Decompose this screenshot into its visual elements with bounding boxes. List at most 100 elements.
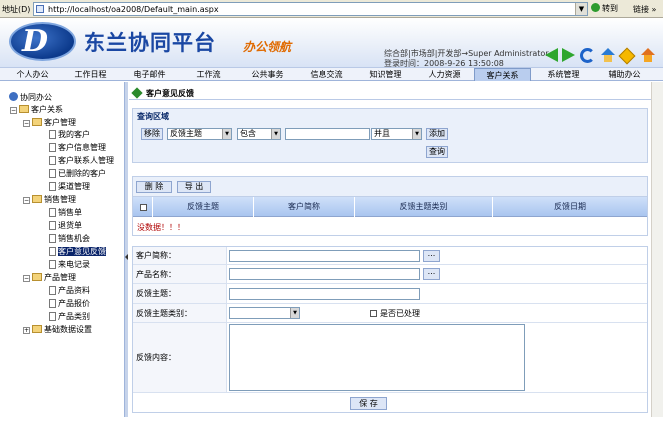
nav-item-personal[interactable]: 个人办公 bbox=[4, 68, 61, 81]
search-button[interactable]: 查询 bbox=[426, 146, 448, 158]
results-toolbar: 删 除 导 出 bbox=[133, 177, 647, 197]
tree-node-sales-mgmt[interactable]: − 销售管理 bbox=[23, 194, 76, 206]
exit-icon[interactable] bbox=[641, 48, 656, 63]
collapse-icon[interactable]: − bbox=[10, 107, 17, 114]
tree-item-sales-opportunity[interactable]: 销售机会 bbox=[49, 233, 90, 245]
collapse-icon[interactable]: − bbox=[23, 197, 30, 204]
results-panel: 删 除 导 出 反馈主题 客户简称 反馈主题类别 反馈日期 没数据！！！ bbox=[132, 176, 648, 236]
tree-item-contact-mgmt[interactable]: 客户联系人管理 bbox=[49, 155, 114, 167]
nav-item-info-exchange[interactable]: 信息交流 bbox=[298, 68, 355, 81]
document-icon bbox=[49, 234, 56, 243]
add-condition-button[interactable]: 添加 bbox=[426, 128, 448, 140]
customer-picker-button[interactable]: ... bbox=[423, 250, 440, 262]
content-textarea[interactable] bbox=[229, 324, 525, 391]
collapse-sidebar-icon[interactable] bbox=[125, 254, 128, 260]
query-field-select[interactable]: 反馈主题 ▼ bbox=[167, 128, 232, 140]
page-title-bar: 客户意见反馈 bbox=[129, 86, 651, 100]
subject-label: 反馈主题： bbox=[133, 284, 227, 303]
document-icon bbox=[49, 299, 56, 308]
address-bar: 地址(D) http://localhost/oa2008/Default_ma… bbox=[0, 0, 663, 18]
tree-node-base-data[interactable]: + 基础数据设置 bbox=[23, 324, 92, 336]
remove-condition-button[interactable]: 移除 bbox=[141, 128, 163, 140]
save-button[interactable]: 保 存 bbox=[350, 397, 387, 410]
processed-checkbox[interactable] bbox=[370, 310, 377, 317]
query-operator-select[interactable]: 包含 ▼ bbox=[237, 128, 281, 140]
brand-name: 东兰协同平台 bbox=[84, 30, 216, 55]
feedback-form: 客户简称： ... 产品名称： ... 反馈主题： 反馈主题类别： ▼ 是否已处… bbox=[132, 246, 648, 413]
tree-node-customer-mgmt[interactable]: − 客户管理 bbox=[23, 117, 76, 129]
tree-node-product-mgmt[interactable]: − 产品管理 bbox=[23, 272, 76, 284]
query-area-title: 查询区域 bbox=[137, 112, 169, 121]
tree-item-product-info[interactable]: 产品资料 bbox=[49, 285, 90, 297]
tree-item-channel-mgmt[interactable]: 渠道管理 bbox=[49, 181, 90, 193]
delete-button[interactable]: 删 除 bbox=[136, 181, 172, 193]
subject-input[interactable] bbox=[229, 288, 420, 300]
chevron-down-icon: ▼ bbox=[271, 129, 280, 139]
query-logic-select[interactable]: 并且 ▼ bbox=[371, 128, 422, 140]
tree-item-product-quote[interactable]: 产品报价 bbox=[49, 298, 90, 310]
product-label: 产品名称： bbox=[133, 265, 227, 283]
go-label: 转到 bbox=[602, 4, 618, 13]
nav-item-assist[interactable]: 辅助办公 bbox=[596, 68, 653, 81]
arrow-bullet-icon bbox=[131, 87, 143, 99]
collapse-icon[interactable]: − bbox=[23, 120, 30, 127]
address-dropdown-icon[interactable]: ▼ bbox=[575, 3, 587, 15]
info-icon[interactable] bbox=[618, 47, 636, 65]
tree-item-deleted-customers[interactable]: 已删除的客户 bbox=[49, 168, 106, 180]
header-toolbar bbox=[545, 47, 661, 66]
product-input[interactable] bbox=[229, 268, 420, 280]
nav-item-system[interactable]: 系统管理 bbox=[535, 68, 592, 81]
customer-input[interactable] bbox=[229, 250, 420, 262]
nav-item-crm[interactable]: 客户关系 bbox=[474, 68, 531, 81]
home-icon[interactable] bbox=[601, 48, 616, 63]
back-arrow-icon[interactable] bbox=[545, 48, 558, 62]
nav-item-workflow[interactable]: 工作流 bbox=[180, 68, 237, 81]
export-button[interactable]: 导 出 bbox=[177, 181, 211, 193]
sidebar-splitter[interactable] bbox=[124, 82, 128, 417]
tree-item-sales-orders[interactable]: 销售单 bbox=[49, 207, 82, 219]
folder-icon bbox=[32, 118, 42, 126]
processed-label: 是否已处理 bbox=[380, 309, 420, 318]
select-all-checkbox[interactable] bbox=[140, 204, 147, 211]
vertical-scrollbar[interactable] bbox=[651, 82, 663, 417]
nav-item-hr[interactable]: 人力资源 bbox=[416, 68, 473, 81]
document-icon bbox=[49, 143, 56, 152]
query-keyword-input[interactable] bbox=[285, 128, 370, 140]
go-button[interactable]: 转到 bbox=[591, 2, 628, 16]
links-button[interactable]: 链接 » bbox=[633, 4, 656, 15]
document-icon bbox=[49, 221, 56, 230]
tree-root[interactable]: 协同办公 bbox=[9, 92, 52, 104]
forward-arrow-icon[interactable] bbox=[562, 48, 575, 62]
tree-item-return-orders[interactable]: 退货单 bbox=[49, 220, 82, 232]
form-row-category: 反馈主题类别： ▼ 是否已处理 bbox=[133, 304, 647, 323]
expand-icon[interactable]: + bbox=[23, 327, 30, 334]
product-picker-button[interactable]: ... bbox=[423, 268, 440, 280]
column-header-subject[interactable]: 反馈主题 bbox=[153, 197, 254, 217]
document-icon bbox=[49, 247, 56, 256]
query-area: 查询区域 移除 反馈主题 ▼ 包含 ▼ 并且 ▼ 添加 查询 bbox=[132, 108, 648, 163]
app-header: D 东兰协同平台 办公领航 综合部|市场部|开发部→Super Administ… bbox=[0, 18, 663, 68]
tree-item-product-category[interactable]: 产品类别 bbox=[49, 311, 90, 323]
nav-item-public-affairs[interactable]: 公共事务 bbox=[239, 68, 296, 81]
column-header-category[interactable]: 反馈主题类别 bbox=[355, 197, 493, 217]
tree-item-visit-records[interactable]: 来电记录 bbox=[49, 259, 90, 271]
customer-label: 客户简称： bbox=[133, 247, 227, 264]
address-url[interactable]: http://localhost/oa2008/Default_main.asp… bbox=[48, 5, 219, 14]
main-nav: 个人办公 工作日程 电子邮件 工作流 公共事务 信息交流 知识管理 人力资源 客… bbox=[0, 67, 663, 81]
nav-item-schedule[interactable]: 工作日程 bbox=[62, 68, 119, 81]
category-select[interactable]: ▼ bbox=[229, 307, 300, 319]
collapse-icon[interactable]: − bbox=[23, 275, 30, 282]
tree-node-crm[interactable]: − 客户关系 bbox=[10, 104, 63, 116]
go-arrow-icon bbox=[591, 3, 600, 12]
chevron-down-icon: ▼ bbox=[290, 308, 299, 318]
refresh-icon[interactable] bbox=[580, 48, 595, 63]
tree-item-customer-feedback[interactable]: 客户意见反馈 bbox=[49, 246, 106, 258]
nav-item-email[interactable]: 电子邮件 bbox=[121, 68, 178, 81]
column-header-date[interactable]: 反馈日期 bbox=[493, 197, 647, 217]
document-icon bbox=[49, 169, 56, 178]
tree-item-customer-info[interactable]: 客户信息管理 bbox=[49, 142, 106, 154]
nav-item-knowledge[interactable]: 知识管理 bbox=[357, 68, 414, 81]
tree-item-my-customers[interactable]: 我的客户 bbox=[49, 129, 90, 141]
column-header-customer[interactable]: 客户简称 bbox=[254, 197, 355, 217]
address-input[interactable]: http://localhost/oa2008/Default_main.asp… bbox=[33, 2, 588, 16]
